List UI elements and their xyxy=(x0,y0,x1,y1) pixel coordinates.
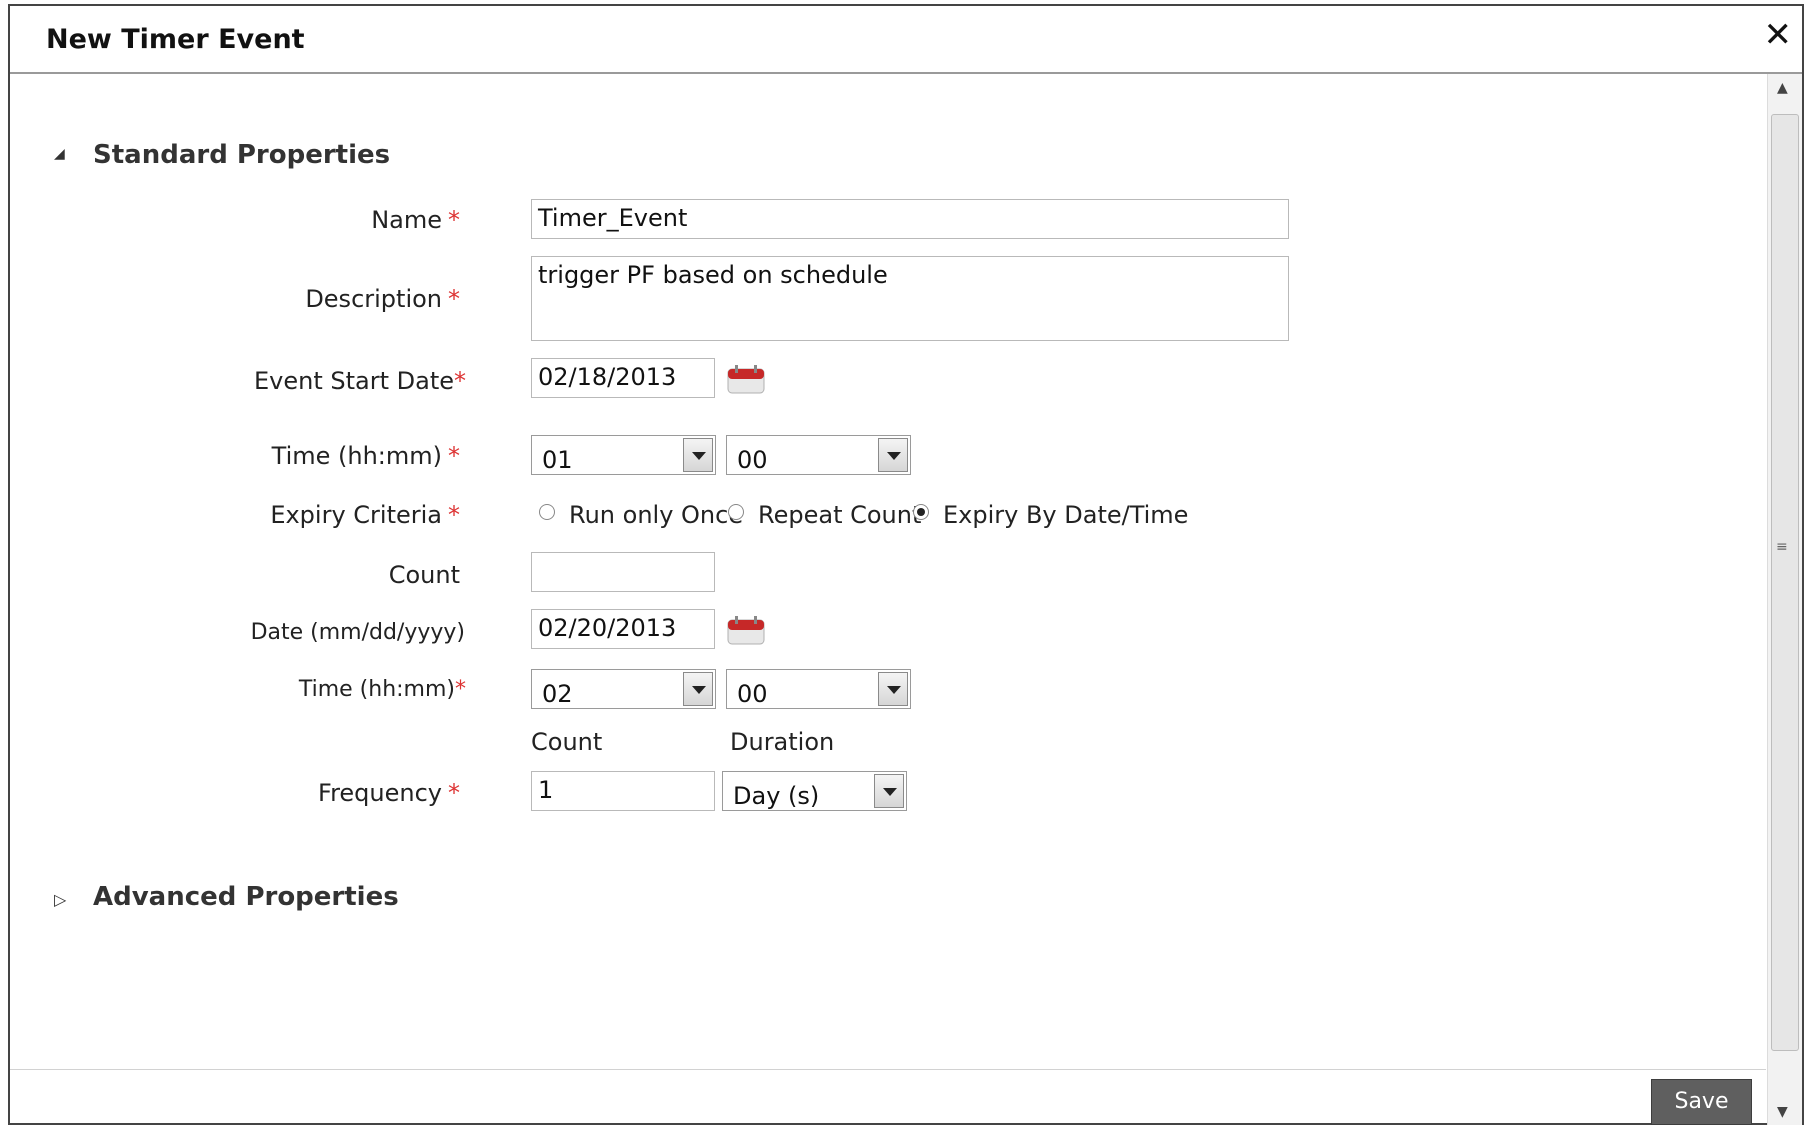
time-end-label: Time (hh:mm)* xyxy=(298,677,466,702)
dialog-titlebar: New Timer Event ✕ xyxy=(10,6,1802,74)
calendar-icon[interactable] xyxy=(727,364,765,394)
scroll-up-icon[interactable]: ▲ xyxy=(1777,80,1788,96)
description-textarea[interactable]: trigger PF based on schedule xyxy=(531,256,1289,341)
frequency-duration-select[interactable]: Day (s) xyxy=(722,771,907,811)
radio-button[interactable] xyxy=(728,504,744,520)
new-timer-event-dialog: New Timer Event ✕ ◢ Standard Properties … xyxy=(8,4,1804,1125)
chevron-down-icon[interactable] xyxy=(683,672,713,706)
start-hour-select[interactable]: 01 xyxy=(531,435,716,475)
duration-value: Day (s) xyxy=(733,782,820,810)
frequency-count-input[interactable]: 1 xyxy=(531,771,715,811)
expiry-date-input[interactable]: 02/20/2013 xyxy=(531,609,715,649)
dialog-body: ◢ Standard Properties Name * Timer_Event … xyxy=(10,74,1766,1069)
name-input[interactable]: Timer_Event xyxy=(531,199,1289,239)
event-start-date-input[interactable]: 02/18/2013 xyxy=(531,358,715,398)
radio-run-only-once[interactable]: Run only Once xyxy=(539,501,743,529)
close-icon[interactable]: ✕ xyxy=(1764,18,1793,52)
scrollbar-grip-icon: ≡ xyxy=(1776,539,1788,555)
radio-expiry-by-date-time[interactable]: Expiry By Date/Time xyxy=(913,501,1188,529)
start-hour-value: 01 xyxy=(542,446,573,474)
end-minute-value: 00 xyxy=(737,680,768,708)
name-label: Name * xyxy=(371,206,460,234)
collapse-arrow-icon[interactable]: ◢ xyxy=(54,146,65,162)
frequency-count-header: Count xyxy=(531,728,603,756)
dialog-title: New Timer Event xyxy=(46,24,305,55)
radio-button-selected[interactable] xyxy=(913,504,929,520)
description-label: Description * xyxy=(305,285,460,313)
end-minute-select[interactable]: 00 xyxy=(726,669,911,709)
frequency-duration-header: Duration xyxy=(730,728,835,756)
scrollbar-thumb[interactable] xyxy=(1771,114,1799,1051)
footer-divider xyxy=(10,1069,1766,1070)
start-minute-value: 00 xyxy=(737,446,768,474)
end-hour-value: 02 xyxy=(542,680,573,708)
save-button[interactable]: Save xyxy=(1651,1079,1752,1125)
frequency-label: Frequency * xyxy=(318,779,460,807)
end-hour-select[interactable]: 02 xyxy=(531,669,716,709)
standard-properties-header[interactable]: Standard Properties xyxy=(93,140,390,170)
vertical-scrollbar[interactable]: ▲ ≡ ▼ xyxy=(1767,74,1802,1125)
event-start-date-label: Event Start Date* xyxy=(253,367,466,395)
scroll-down-icon[interactable]: ▼ xyxy=(1777,1104,1788,1120)
count-label: Count xyxy=(388,561,460,589)
calendar-icon[interactable] xyxy=(727,615,765,645)
start-minute-select[interactable]: 00 xyxy=(726,435,911,475)
expiry-criteria-label: Expiry Criteria * xyxy=(270,501,460,529)
count-input[interactable] xyxy=(531,552,715,592)
date-label: Date (mm/dd/yyyy) xyxy=(250,620,465,645)
chevron-down-icon[interactable] xyxy=(874,774,904,808)
chevron-down-icon[interactable] xyxy=(683,438,713,472)
advanced-properties-header[interactable]: Advanced Properties xyxy=(93,882,399,912)
chevron-down-icon[interactable] xyxy=(878,438,908,472)
expand-arrow-icon[interactable]: ▷ xyxy=(54,890,66,909)
time-start-label: Time (hh:mm) * xyxy=(271,442,460,470)
chevron-down-icon[interactable] xyxy=(878,672,908,706)
radio-button[interactable] xyxy=(539,504,555,520)
radio-repeat-count[interactable]: Repeat Count xyxy=(728,501,921,529)
